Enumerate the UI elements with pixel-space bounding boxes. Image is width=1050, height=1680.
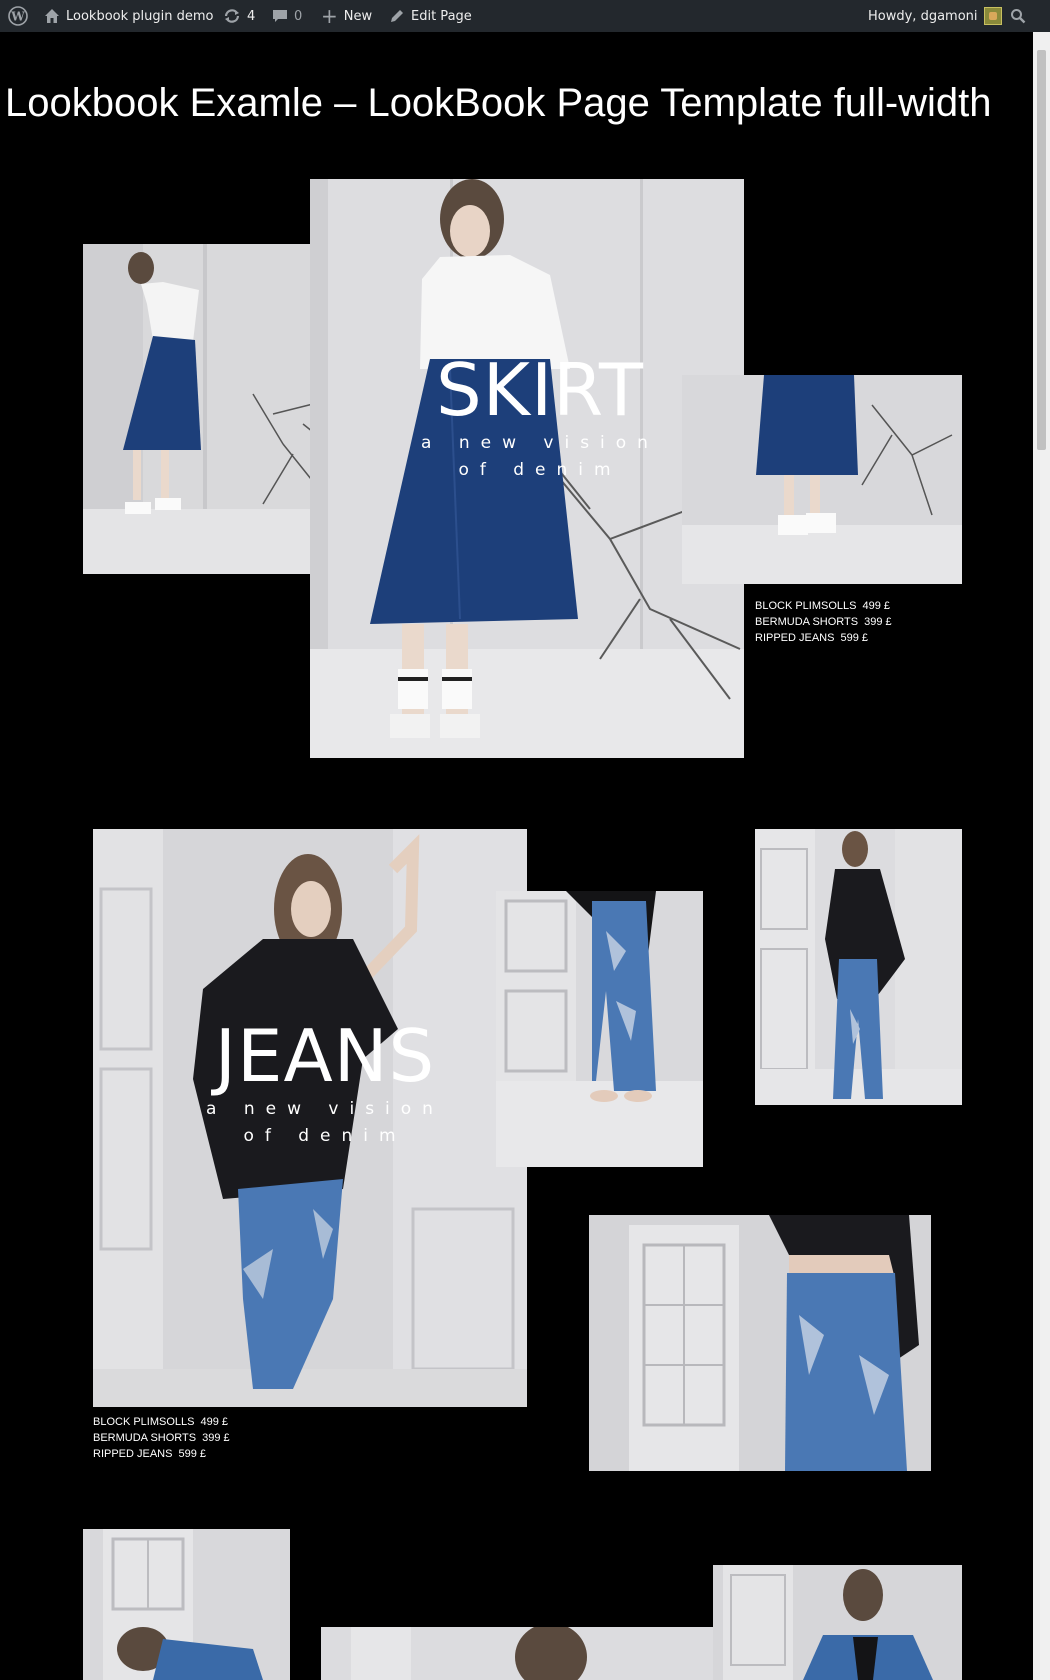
comment-icon	[272, 8, 288, 24]
section-subtitle: a new vision of denim	[421, 433, 659, 480]
edit-page-link[interactable]: Edit Page	[389, 0, 472, 32]
product-item[interactable]: BERMUDA SHORTS 399 £	[93, 1430, 230, 1446]
updates-link[interactable]: 4	[223, 0, 255, 32]
section-subtitle: a new vision of denim	[206, 1099, 444, 1146]
site-name-label: Lookbook plugin demo	[66, 8, 214, 24]
search-icon	[1010, 8, 1026, 24]
wordpress-menu[interactable]: W	[8, 0, 28, 32]
howdy-label: Howdy, dgamoni	[868, 8, 978, 24]
product-list-skirt: BLOCK PLIMSOLLS 499 £ BERMUDA SHORTS 399 £…	[755, 598, 892, 646]
updates-icon	[223, 8, 241, 24]
product-price: 399 £	[202, 1432, 230, 1444]
svg-text:W: W	[10, 10, 25, 24]
comments-count: 0	[294, 8, 303, 24]
product-item[interactable]: RIPPED JEANS 599 £	[755, 630, 892, 646]
product-item[interactable]: RIPPED JEANS 599 £	[93, 1446, 230, 1462]
new-content-link[interactable]: + New	[321, 0, 372, 32]
page-title: Lookbook Examle – LookBook Page Template…	[5, 81, 992, 125]
new-label: New	[343, 8, 373, 24]
wordpress-logo-icon: W	[8, 6, 28, 26]
lookbook-photo-jeans-standing[interactable]	[755, 829, 962, 1105]
pencil-icon	[389, 8, 405, 24]
admin-bar: W Lookbook plugin demo 4 0 + New Edit Pa…	[0, 0, 1050, 32]
avatar	[983, 7, 1002, 25]
lookbook-photo-jacket-center[interactable]	[321, 1627, 739, 1680]
product-name: RIPPED JEANS	[93, 1448, 173, 1460]
scrollbar-thumb[interactable]	[1037, 50, 1046, 450]
product-price: 399 £	[864, 616, 892, 628]
product-list-jeans: BLOCK PLIMSOLLS 499 £ BERMUDA SHORTS 399 £…	[93, 1414, 230, 1462]
product-name: BERMUDA SHORTS	[755, 616, 859, 628]
section-heading-skirt: SKIRT a new vision of denim	[400, 350, 680, 484]
home-icon	[44, 8, 60, 24]
section-title: JEANS	[214, 1014, 436, 1098]
search-button[interactable]	[1010, 0, 1026, 32]
lookbook-photo-skirt-detail[interactable]	[682, 375, 962, 584]
product-item[interactable]: BLOCK PLIMSOLLS 499 £	[93, 1414, 230, 1430]
product-price: 599 £	[178, 1448, 206, 1460]
comments-link[interactable]: 0	[272, 0, 302, 32]
product-name: BERMUDA SHORTS	[93, 1432, 197, 1444]
vertical-scrollbar[interactable]	[1033, 32, 1050, 1680]
updates-count: 4	[247, 8, 256, 24]
product-price: 599 £	[840, 632, 868, 644]
my-account-menu[interactable]: Howdy, dgamoni	[868, 0, 1002, 32]
product-name: BLOCK PLIMSOLLS	[93, 1416, 195, 1428]
section-heading-jeans: JEANS a new vision of denim	[185, 1016, 465, 1150]
product-price: 499 £	[200, 1416, 229, 1428]
lookbook-photo-skirt-side[interactable]	[83, 244, 331, 574]
site-name-link[interactable]: Lookbook plugin demo	[44, 0, 213, 32]
lookbook-photo-jacket-left[interactable]	[83, 1529, 290, 1680]
lookbook-photo-jeans-detail[interactable]	[589, 1215, 931, 1471]
product-item[interactable]: BLOCK PLIMSOLLS 499 £	[755, 598, 892, 614]
section-title: SKIRT	[436, 348, 644, 432]
plus-icon: +	[321, 4, 338, 28]
lookbook-photo-jacket-right[interactable]	[713, 1565, 962, 1680]
product-name: BLOCK PLIMSOLLS	[755, 600, 857, 612]
product-price: 499 £	[862, 600, 891, 612]
product-name: RIPPED JEANS	[755, 632, 835, 644]
product-item[interactable]: BERMUDA SHORTS 399 £	[755, 614, 892, 630]
edit-page-label: Edit Page	[411, 8, 472, 24]
lookbook-photo-jeans-legs[interactable]	[496, 891, 703, 1167]
